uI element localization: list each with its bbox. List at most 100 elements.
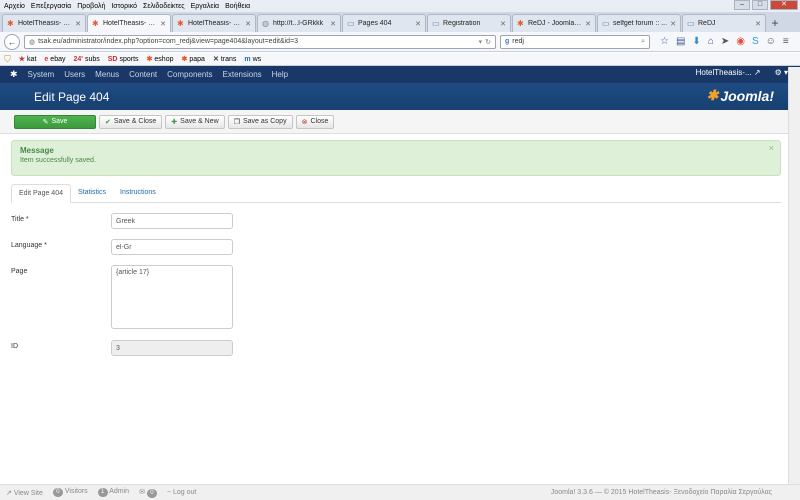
window-controls: – □ ✕ (734, 0, 798, 10)
logout-link[interactable]: − Log out (167, 489, 196, 496)
tab-close-icon[interactable]: ✕ (670, 20, 676, 28)
search-engine-icon[interactable]: g (505, 38, 509, 45)
admin-topbar: ✱ System Users Menus Content Components … (0, 66, 800, 83)
menu-bookmarks[interactable]: Σελιδοδείκτες (143, 3, 185, 10)
language-field[interactable] (111, 239, 233, 255)
admin-menu-users[interactable]: Users (64, 70, 85, 79)
save-new-button[interactable]: ✚ Save & New (165, 114, 225, 129)
hamburger-menu-icon[interactable]: ≡ (783, 36, 789, 47)
save-copy-button[interactable]: ❐ Save as Copy (227, 114, 293, 129)
tab-statistics[interactable]: Statistics (71, 183, 113, 202)
browser-tab[interactable]: ✱ ReDJ - Joomla! ... ✕ (512, 14, 596, 32)
tab-instructions[interactable]: Instructions (113, 183, 163, 202)
messages-status[interactable]: ✉ 0 (139, 488, 157, 498)
envelope-icon: ✉ (139, 488, 145, 496)
download-arrow-icon[interactable]: ⬇ (692, 36, 700, 47)
browser-tab-title: selfget forum :: ... (613, 20, 668, 27)
dismiss-close-icon[interactable]: × (769, 143, 774, 153)
browser-tab[interactable]: ✱ HotelTheasis- Ξ… ✕ (172, 14, 256, 32)
site-name-link[interactable]: HotelTheasis-... ↗ (696, 68, 761, 77)
save-label: Save (51, 118, 68, 125)
browser-tab[interactable]: ▭ Pages 404 ✕ (342, 14, 426, 32)
window-close-button[interactable]: ✕ (770, 0, 798, 10)
send-icon[interactable]: ➤ (721, 36, 729, 47)
vertical-scrollbar[interactable] (788, 67, 800, 484)
browser-tab[interactable]: ◍ http://t...l-GRkkk ✕ (257, 14, 341, 32)
user-gear-menu[interactable]: ⚙ ▾ (775, 68, 788, 77)
save-button[interactable]: ✎ Save (14, 114, 96, 129)
browser-tab[interactable]: ▭ selfget forum :: ... ✕ (597, 14, 681, 32)
minus-icon: − (166, 489, 171, 496)
bookmark-trans[interactable]: ✕ trans (213, 55, 236, 64)
save-copy-label: Save as Copy (242, 118, 287, 125)
browser-tab[interactable]: ▭ ReDJ ✕ (682, 14, 766, 32)
browser-tab-title: ReDJ - Joomla! ... (528, 20, 583, 27)
bookmark-eshop[interactable]: ✱ eshop (147, 55, 174, 64)
bookmark-label: kat (27, 55, 37, 63)
skype-icon[interactable]: S (752, 36, 759, 47)
home-icon[interactable]: ⌂ (708, 36, 714, 47)
tab-close-icon[interactable]: ✕ (755, 20, 761, 28)
close-button[interactable]: ⊗ Close (295, 114, 335, 129)
bookmark-kat[interactable]: ★ kat (19, 55, 37, 64)
bookmark-label: ebay (50, 55, 66, 63)
admin-topbar-right: HotelTheasis-... ↗ ⚙ ▾ (696, 68, 788, 77)
chat-icon[interactable]: ☺ (766, 36, 776, 47)
admin-status[interactable]: 1 Admin (97, 488, 129, 497)
reload-icon[interactable]: ↻ (485, 38, 491, 46)
admin-menu-help[interactable]: Help (272, 70, 288, 79)
admin-menu-content[interactable]: Content (129, 70, 157, 79)
menu-edit[interactable]: Επεξεργασία (31, 3, 71, 10)
admin-menu-components[interactable]: Components (167, 70, 212, 79)
tab-edit-page-404[interactable]: Edit Page 404 (11, 184, 71, 203)
search-bar[interactable]: g redj ⌕ (500, 34, 650, 49)
tab-close-icon[interactable]: ✕ (245, 20, 251, 28)
back-arrow-icon[interactable]: ← (4, 33, 20, 50)
page-row: Page {article 17} (11, 265, 233, 329)
url-bar[interactable]: ◍ tsak.eu/administrator/index.php?option… (24, 34, 496, 49)
logout-label: Log out (172, 489, 197, 496)
bookmark-ws[interactable]: m ws (244, 56, 261, 63)
save-close-button[interactable]: ✔ Save & Close (99, 114, 163, 129)
copy-icon: ❐ (233, 118, 240, 126)
bookmark-sports[interactable]: SD sports (108, 56, 139, 63)
browser-tab[interactable]: ▭ Registration ✕ (427, 14, 511, 32)
reading-list-icon[interactable]: ▤ (676, 36, 685, 47)
admin-menu-extensions[interactable]: Extensions (223, 70, 262, 79)
menu-view[interactable]: Προβολή (77, 3, 105, 10)
browser-navbar: ← ◍ tsak.eu/administrator/index.php?opti… (0, 32, 800, 52)
addon-icon[interactable]: ◉ (736, 36, 745, 47)
admin-menu-system[interactable]: System (28, 70, 55, 79)
search-icon[interactable]: ⌕ (641, 38, 645, 46)
view-site-link[interactable]: ↗ View Site (6, 489, 43, 497)
minimize-button[interactable]: – (734, 0, 750, 10)
tab-close-icon[interactable]: ✕ (75, 20, 81, 28)
page-textarea[interactable]: {article 17} (111, 265, 233, 329)
visitors-status[interactable]: 0 Visitors (52, 488, 88, 497)
browser-tab[interactable]: ✱ HotelTheasis- Ξ… ✕ (2, 14, 86, 32)
tab-close-icon[interactable]: ✕ (415, 20, 421, 28)
bookmark-star-icon[interactable]: ☆ (660, 36, 669, 47)
close-label: Close (310, 118, 329, 125)
cancel-circle-icon: ⊗ (301, 118, 308, 126)
title-field[interactable] (111, 213, 233, 229)
bookmark-ebay[interactable]: e ebay (44, 56, 65, 63)
tab-close-icon[interactable]: ✕ (585, 20, 591, 28)
bookmark-papa[interactable]: ✱ papa (181, 55, 204, 64)
language-row: Language * (11, 239, 233, 255)
menu-history[interactable]: Ιστορικό (111, 3, 137, 10)
dropdown-arrow-icon[interactable]: ▾ (479, 38, 483, 46)
tab-close-icon[interactable]: ✕ (500, 20, 506, 28)
bookmark-subs[interactable]: 24' subs (73, 56, 99, 63)
menu-help[interactable]: Βοήθεια (225, 3, 250, 10)
browser-tab-active[interactable]: ✱ HotelTheasis- Ξ… ✕ (87, 14, 171, 32)
menu-tools[interactable]: Εργαλεία (191, 3, 219, 10)
admin-menu-menus[interactable]: Menus (95, 70, 119, 79)
title-label: Title * (11, 216, 29, 223)
maximize-button[interactable]: □ (752, 0, 768, 10)
new-tab-plus-icon[interactable]: + (767, 16, 783, 32)
joomla-logo-icon[interactable]: ✱ (10, 69, 18, 80)
tab-close-icon[interactable]: ✕ (160, 20, 166, 28)
tab-close-icon[interactable]: ✕ (330, 20, 336, 28)
menu-file[interactable]: Αρχείο (4, 3, 25, 10)
